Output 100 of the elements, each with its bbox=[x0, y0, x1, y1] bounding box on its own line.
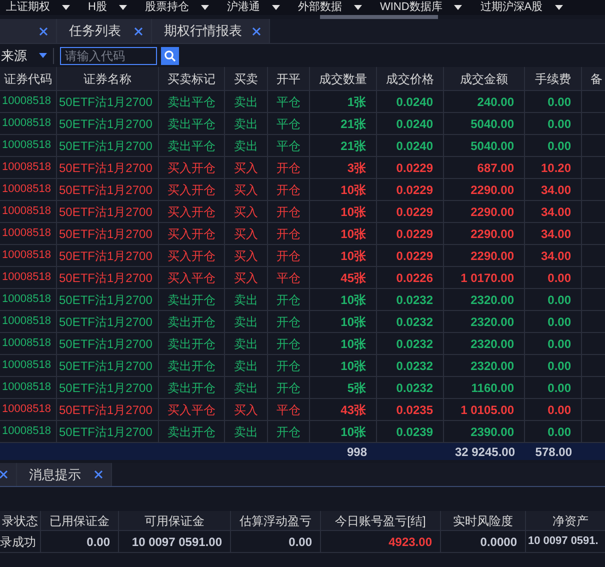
column-header[interactable]: 开平 bbox=[276, 70, 300, 88]
table-cell-text: 10008518 bbox=[2, 402, 51, 418]
column-header[interactable]: 买卖 bbox=[234, 70, 258, 88]
caret-icon[interactable] bbox=[354, 5, 362, 10]
caret-icon[interactable] bbox=[200, 5, 209, 10]
trade-row[interactable]: 10008518 50ETF沽1月2700 买入开仓 买入 开仓 10张 0.0229 2290.00 34.00 bbox=[0, 179, 605, 201]
table-cell-text: 0.00 bbox=[548, 292, 571, 308]
table-cell-text: 卖出 bbox=[234, 336, 258, 352]
trade-row[interactable]: 10008518 50ETF沽1月2700 买入平仓 买入 平仓 43张 0.0235 1 0105.00 0.00 bbox=[0, 399, 605, 421]
column-header[interactable]: 成交价格 bbox=[386, 70, 434, 88]
trade-row[interactable]: 10008518 50ETF沽1月2700 卖出开仓 卖出 开仓 10张 0.0232 2320.00 0.00 bbox=[0, 311, 605, 333]
trade-row[interactable]: 10008518 50ETF沽1月2700 卖出开仓 卖出 开仓 10张 0.0232 2320.00 0.00 bbox=[0, 333, 605, 355]
table-cell-text: 50ETF沽1月2700 bbox=[59, 226, 152, 242]
trade-row[interactable]: 10008518 50ETF沽1月2700 卖出平仓 卖出 平仓 21张 0.0240 5040.00 0.00 bbox=[0, 135, 605, 157]
table-cell-text: 50ETF沽1月2700 bbox=[59, 270, 152, 286]
menu-item[interactable]: 外部数据 bbox=[298, 1, 342, 14]
trade-row[interactable]: 10008518 50ETF沽1月2700 卖出平仓 卖出 平仓 1张 0.0240 240.00 0.00 bbox=[0, 91, 605, 113]
column-header[interactable]: 估算浮动盈亏 bbox=[240, 512, 312, 530]
column-header[interactable]: 证券名称 bbox=[84, 70, 132, 88]
table-cell-text: 0.0232 bbox=[396, 292, 433, 308]
table-cell-text: 2290.00 bbox=[470, 248, 514, 264]
table-cell-text: 50ETF沽1月2700 bbox=[59, 380, 152, 396]
menu-item[interactable]: 上证期权 bbox=[6, 1, 50, 14]
table-cell-text: 买入平仓 bbox=[168, 270, 216, 286]
table-cell-text: 0.0232 bbox=[396, 380, 433, 396]
table-cell-text: 平仓 bbox=[276, 270, 300, 286]
code-input-field[interactable]: 请输入代码 bbox=[60, 46, 157, 64]
tab[interactable]: 任务列表 bbox=[57, 19, 152, 43]
trade-row[interactable]: 10008518 50ETF沽1月2700 卖出开仓 卖出 开仓 10张 0.0232 2320.00 0.00 bbox=[0, 289, 605, 311]
menu-item[interactable]: WIND数据库 bbox=[380, 1, 442, 14]
table-cell-text: 卖出平仓 bbox=[168, 94, 216, 110]
table-cell-text: 卖出开仓 bbox=[168, 358, 216, 374]
table-cell-text: 50ETF沽1月2700 bbox=[59, 314, 152, 330]
trade-row[interactable]: 10008518 50ETF沽1月2700 卖出平仓 卖出 平仓 21张 0.0240 5040.00 0.00 bbox=[0, 113, 605, 135]
table-cell-text: 10 0097 0591. bbox=[528, 534, 598, 550]
trade-row[interactable]: 10008518 50ETF沽1月2700 卖出开仓 卖出 开仓 5张 0.0232 1160.00 0.00 bbox=[0, 377, 605, 399]
column-header[interactable]: 录状态 bbox=[2, 512, 38, 530]
table-cell-text: 开仓 bbox=[276, 226, 300, 242]
table-cell-text: 10008518 bbox=[2, 380, 51, 396]
table-cell-text: 0.00 bbox=[548, 358, 571, 374]
trade-row[interactable]: 10008518 50ETF沽1月2700 买入开仓 买入 开仓 3张 0.0229 687.00 10.20 bbox=[0, 157, 605, 179]
column-header[interactable]: 成交金额 bbox=[460, 70, 508, 88]
close-icon[interactable] bbox=[134, 26, 143, 36]
table-cell-text: 卖出 bbox=[234, 314, 258, 330]
menu-item[interactable]: 沪港通 bbox=[226, 1, 260, 14]
table-cell-text: 10008518 bbox=[2, 94, 51, 110]
column-header[interactable]: 备 bbox=[590, 70, 602, 88]
close-icon[interactable] bbox=[252, 26, 261, 36]
menu-item[interactable]: H股 bbox=[88, 1, 107, 14]
table-cell-text: 开仓 bbox=[276, 292, 300, 308]
column-header[interactable]: 成交数量 bbox=[319, 70, 367, 88]
trade-row[interactable]: 10008518 50ETF沽1月2700 买入开仓 买入 开仓 10张 0.0229 2290.00 34.00 bbox=[0, 245, 605, 267]
table-cell-text: 21张 bbox=[340, 116, 366, 132]
close-icon[interactable] bbox=[94, 470, 103, 479]
column-header[interactable]: 手续费 bbox=[535, 70, 571, 88]
splitter-handle[interactable] bbox=[320, 15, 438, 19]
column-header[interactable]: 已用保证金 bbox=[50, 512, 110, 530]
trade-row[interactable]: 10008518 50ETF沽1月2700 卖出开仓 卖出 开仓 10张 0.0239 2390.00 0.00 bbox=[0, 421, 605, 443]
table-cell-text: 买入 bbox=[234, 248, 258, 264]
table-cell-text: 开仓 bbox=[276, 182, 300, 198]
table-cell-text: 50ETF沽1月2700 bbox=[59, 182, 152, 198]
table-cell-text: 0.0229 bbox=[396, 226, 433, 242]
menu-item[interactable]: 过期沪深A股 bbox=[480, 1, 543, 14]
caret-icon[interactable] bbox=[454, 5, 462, 10]
table-cell-text: 50ETF沽1月2700 bbox=[59, 292, 152, 308]
column-header[interactable]: 今日账号盈亏[结] bbox=[335, 512, 426, 530]
table-cell-text: 2390.00 bbox=[470, 424, 514, 440]
trade-row[interactable]: 10008518 50ETF沽1月2700 买入开仓 买入 开仓 10张 0.0229 2290.00 34.00 bbox=[0, 201, 605, 223]
menu-item[interactable]: 股票持仓 bbox=[144, 1, 189, 14]
table-cell-text: 10张 bbox=[340, 204, 366, 220]
close-icon[interactable] bbox=[39, 26, 48, 36]
caret-icon[interactable] bbox=[554, 5, 563, 10]
trade-row[interactable]: 10008518 50ETF沽1月2700 卖出开仓 卖出 开仓 10张 0.0232 2320.00 0.00 bbox=[0, 355, 605, 377]
column-header[interactable]: 净资产 bbox=[552, 512, 588, 530]
table-cell-text: 10008518 bbox=[2, 336, 51, 352]
caret-icon[interactable] bbox=[62, 5, 70, 10]
caret-icon[interactable] bbox=[118, 5, 127, 10]
table-cell-text: 2320.00 bbox=[470, 314, 514, 330]
table-cell-text: 5张 bbox=[347, 380, 366, 396]
table-cell-text: 50ETF沽1月2700 bbox=[59, 402, 152, 418]
column-header[interactable]: 买卖标记 bbox=[168, 70, 216, 88]
tab[interactable]: 期权行情报表 bbox=[152, 19, 270, 43]
trade-row[interactable]: 10008518 50ETF沽1月2700 买入开仓 买入 开仓 10张 0.0229 2290.00 34.00 bbox=[0, 223, 605, 245]
trade-row[interactable]: 10008518 50ETF沽1月2700 买入平仓 买入 平仓 45张 0.0226 1 0170.00 0.00 bbox=[0, 267, 605, 289]
table-cell-text: 50ETF沽1月2700 bbox=[59, 358, 152, 374]
search-button[interactable] bbox=[161, 46, 179, 64]
table-cell-text: 10008518 bbox=[2, 138, 51, 154]
table-cell-text: 平仓 bbox=[276, 94, 300, 110]
tab[interactable] bbox=[0, 463, 17, 486]
table-cell-text: 34.00 bbox=[540, 226, 571, 242]
column-header[interactable]: 可用保证金 bbox=[144, 512, 204, 530]
tab[interactable]: 消息提示 bbox=[17, 463, 112, 486]
close-icon[interactable] bbox=[0, 470, 8, 479]
column-header[interactable]: 实时风险度 bbox=[453, 512, 513, 530]
caret-icon[interactable] bbox=[272, 5, 280, 10]
table-cell-text: 34.00 bbox=[540, 182, 571, 198]
table-cell-text: 10张 bbox=[340, 358, 366, 374]
table-cell-text: 10张 bbox=[340, 182, 366, 198]
table-cell-text: 买入开仓 bbox=[168, 204, 216, 220]
column-header[interactable]: 证券代码 bbox=[4, 70, 52, 88]
